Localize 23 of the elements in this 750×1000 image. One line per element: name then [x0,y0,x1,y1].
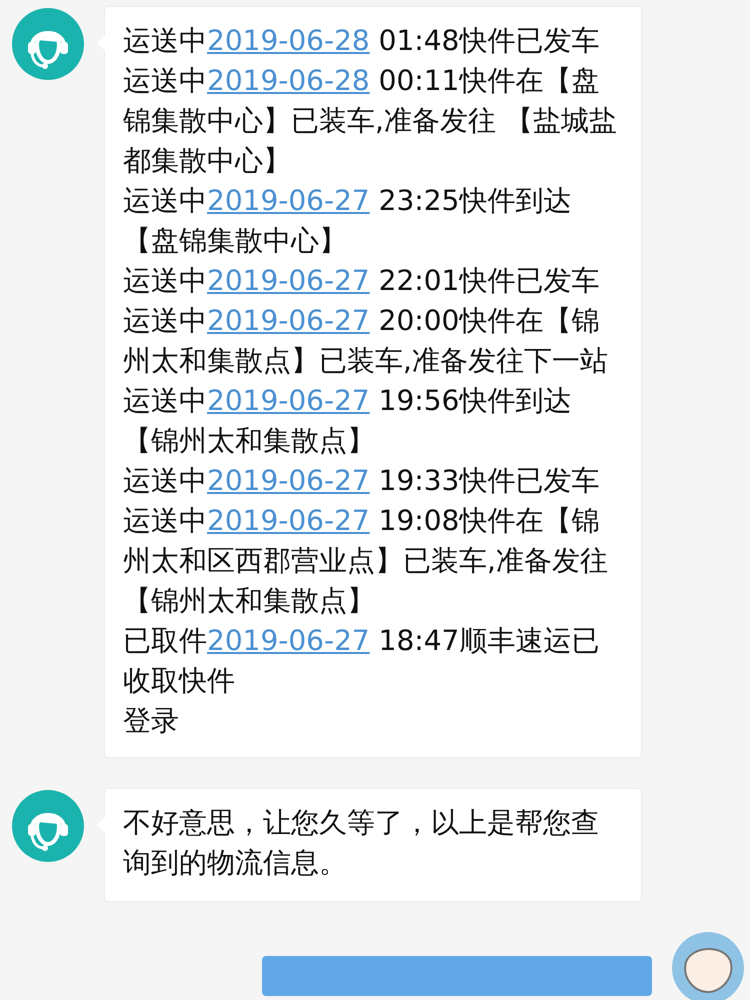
agent-avatar-icon [12,790,84,862]
date-link[interactable]: 2019-06-28 [207,64,370,97]
tracking-entry: 运送中2019-06-27 23:25快件到达【盘锦集散中心】 [123,183,572,259]
tracking-entry: 运送中2019-06-28 01:48快件已发车 [123,23,600,59]
tracking-entry: 运送中2019-06-27 22:01快件已发车 [123,263,600,299]
login-text: 登录 [123,703,180,739]
tracking-entry: 已取件2019-06-27 18:47顺丰速运已收取快件 [123,623,600,699]
message-text: 不好意思，让您久等了，以上是帮您查询到的物流信息。 [123,805,600,881]
date-link[interactable]: 2019-06-27 [207,504,370,537]
user-avatar-icon [672,932,744,1000]
agent-avatar-icon [12,8,84,80]
date-link[interactable]: 2019-06-27 [207,624,370,657]
date-link[interactable]: 2019-06-27 [207,384,370,417]
date-link[interactable]: 2019-06-27 [207,264,370,297]
tracking-entry: 运送中2019-06-27 19:08快件在【锦州太和区西郡营业点】已装车,准备发往【锦州太和集散点】 [123,503,609,619]
tracking-entry: 运送中2019-06-27 19:33快件已发车 [123,463,600,499]
date-link[interactable]: 2019-06-27 [207,304,370,337]
date-link[interactable]: 2019-06-28 [207,24,370,57]
tracking-entry: 运送中2019-06-27 20:00快件在【锦州太和集散点】已装车,准备发往下一站 [123,303,609,379]
date-link[interactable]: 2019-06-27 [207,464,370,497]
tracking-entry: 运送中2019-06-28 00:11快件在【盘锦集散中心】已装车,准备发往 【盐城盐都集散中心】 [123,63,618,179]
date-link[interactable]: 2019-06-27 [207,184,370,217]
tracking-entry: 运送中2019-06-27 19:56快件到达【锦州太和集散点】 [123,383,572,459]
